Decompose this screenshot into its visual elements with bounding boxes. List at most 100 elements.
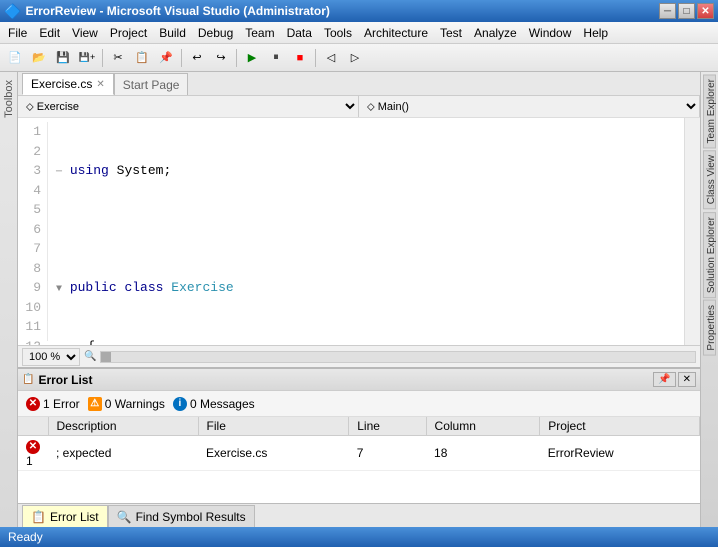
table-header-row: Description File Line Column Project	[18, 417, 700, 436]
undo-button[interactable]: ↩	[186, 47, 208, 69]
error-list-icon: 📋	[31, 510, 46, 524]
title-bar: 🔷 ErrorReview - Microsoft Visual Studio …	[0, 0, 718, 22]
menu-view[interactable]: View	[66, 24, 104, 42]
filter-messages[interactable]: i 0 Messages	[173, 397, 255, 411]
menu-bar: File Edit View Project Build Debug Team …	[0, 22, 718, 44]
sidebar-solution-explorer[interactable]: Solution Explorer	[703, 212, 716, 298]
toolbar: 📄 📂 💾 💾+ ✂ 📋 📌 ↩ ↪ ▶ ⏸ ■ ◁ ▷	[0, 44, 718, 72]
editor-container: Exercise.cs ✕ Start Page ⬦ Exercise ⬦ Ma…	[18, 72, 700, 367]
error-icon: ✕	[26, 397, 40, 411]
menu-help[interactable]: Help	[577, 24, 614, 42]
cell-description: ; expected	[48, 436, 198, 471]
toolbar-sep-2	[181, 49, 182, 67]
menu-build[interactable]: Build	[153, 24, 192, 42]
error-panel-controls[interactable]: 📌 ✕	[653, 372, 696, 387]
info-icon: i	[173, 397, 187, 411]
menu-tools[interactable]: Tools	[318, 24, 358, 42]
dropdown-bar: ⬦ Exercise ⬦ Main()	[18, 96, 700, 118]
warning-icon: ⚠	[88, 397, 102, 411]
row-error-icon: ✕	[26, 440, 40, 454]
cell-project: ErrorReview	[540, 436, 700, 471]
filter-errors[interactable]: ✕ 1 Error	[26, 397, 80, 411]
find-symbol-icon: 🔍	[117, 510, 132, 524]
copy-button[interactable]: 📋	[131, 47, 153, 69]
panel-pin-button[interactable]: 📌	[653, 372, 675, 387]
sidebar-properties[interactable]: Properties	[703, 300, 716, 356]
cell-column: 18	[426, 436, 540, 471]
minimize-button[interactable]: ─	[659, 3, 676, 19]
code-line-collapse: ─ using System;	[56, 161, 676, 181]
panel-close-button[interactable]: ✕	[678, 372, 696, 387]
paste-button[interactable]: 📌	[155, 47, 177, 69]
code-content[interactable]: ─ using System; ▼ public class Exercise …	[48, 122, 684, 341]
nav-back-button[interactable]: ◁	[320, 47, 342, 69]
stop-button[interactable]: ■	[289, 47, 311, 69]
menu-project[interactable]: Project	[104, 24, 153, 42]
code-line-empty1	[56, 220, 676, 240]
nav-fwd-button[interactable]: ▷	[344, 47, 366, 69]
menu-window[interactable]: Window	[523, 24, 578, 42]
menu-edit[interactable]: Edit	[33, 24, 66, 42]
tab-close-exercise[interactable]: ✕	[96, 79, 104, 90]
toolbar-sep-4	[315, 49, 316, 67]
col-description[interactable]: Description	[48, 417, 198, 436]
zoom-select[interactable]: 100 %	[22, 348, 80, 366]
right-sidebar: Team Explorer Class View Solution Explor…	[700, 72, 718, 527]
new-project-button[interactable]: 📄	[4, 47, 26, 69]
code-line-class: ▼ public class Exercise	[56, 278, 676, 298]
cell-num: ✕ 1	[18, 436, 48, 471]
error-table[interactable]: Description File Line Column Project ✕ 1…	[18, 417, 700, 503]
main-container: Toolbox Exercise.cs ✕ Start Page ⬦ Exerc…	[0, 72, 718, 527]
toolbox-label: Toolbox	[3, 80, 15, 118]
table-row[interactable]: ✕ 1 ; expected Exercise.cs 7 18 ErrorRev…	[18, 436, 700, 471]
title-text: ErrorReview - Microsoft Visual Studio (A…	[25, 4, 330, 18]
cell-file: Exercise.cs	[198, 436, 349, 471]
redo-button[interactable]: ↪	[210, 47, 232, 69]
menu-file[interactable]: File	[2, 24, 33, 42]
panel-tab-error-list[interactable]: 📋 Error List	[22, 505, 108, 527]
menu-test[interactable]: Test	[434, 24, 468, 42]
menu-architecture[interactable]: Architecture	[358, 24, 434, 42]
class-dropdown[interactable]: ⬦ Exercise	[18, 96, 359, 117]
error-panel-icon: 📋	[22, 374, 34, 385]
cut-button[interactable]: ✂	[107, 47, 129, 69]
sidebar-team-explorer[interactable]: Team Explorer	[703, 74, 716, 148]
maximize-button[interactable]: □	[678, 3, 695, 19]
tab-start-label: Start Page	[123, 78, 180, 92]
tab-exercise-label: Exercise.cs	[31, 77, 92, 91]
error-count: 1 Error	[43, 397, 80, 411]
toolbar-sep-1	[102, 49, 103, 67]
col-file[interactable]: File	[198, 417, 349, 436]
menu-analyze[interactable]: Analyze	[468, 24, 523, 42]
col-column[interactable]: Column	[426, 417, 540, 436]
sidebar-class-view[interactable]: Class View	[703, 150, 716, 209]
code-editor[interactable]: 12345678910111213 ─ using System; ▼ publ…	[18, 118, 684, 345]
code-line-brace1: {	[56, 337, 676, 346]
tab-start-page[interactable]: Start Page	[114, 73, 189, 95]
col-line[interactable]: Line	[349, 417, 426, 436]
zoom-icon: 🔍	[84, 351, 96, 362]
title-bar-controls[interactable]: ─ □ ✕	[659, 3, 714, 19]
close-button[interactable]: ✕	[697, 3, 714, 19]
line-numbers: 12345678910111213	[18, 122, 48, 341]
pause-button[interactable]: ⏸	[265, 47, 287, 69]
editor-scroll: 12345678910111213 ─ using System; ▼ publ…	[18, 118, 700, 345]
find-symbol-label: Find Symbol Results	[136, 510, 246, 524]
toolbox: Toolbox	[0, 72, 18, 527]
menu-data[interactable]: Data	[281, 24, 318, 42]
open-button[interactable]: 📂	[28, 47, 50, 69]
method-dropdown[interactable]: ⬦ Main()	[359, 96, 700, 117]
status-text: Ready	[8, 530, 43, 544]
filter-warnings[interactable]: ⚠ 0 Warnings	[88, 397, 165, 411]
col-project[interactable]: Project	[540, 417, 700, 436]
panel-tab-find-symbol[interactable]: 🔍 Find Symbol Results	[108, 505, 255, 527]
save-all-button[interactable]: 💾+	[76, 47, 98, 69]
menu-team[interactable]: Team	[239, 24, 280, 42]
error-tbody: ✕ 1 ; expected Exercise.cs 7 18 ErrorRev…	[18, 436, 700, 471]
right-scrollbar[interactable]	[684, 118, 700, 345]
tab-exercise-cs[interactable]: Exercise.cs ✕	[22, 73, 114, 95]
start-button[interactable]: ▶	[241, 47, 263, 69]
save-button[interactable]: 💾	[52, 47, 74, 69]
menu-debug[interactable]: Debug	[192, 24, 239, 42]
error-filters: ✕ 1 Error ⚠ 0 Warnings i 0 Messages	[18, 391, 700, 417]
